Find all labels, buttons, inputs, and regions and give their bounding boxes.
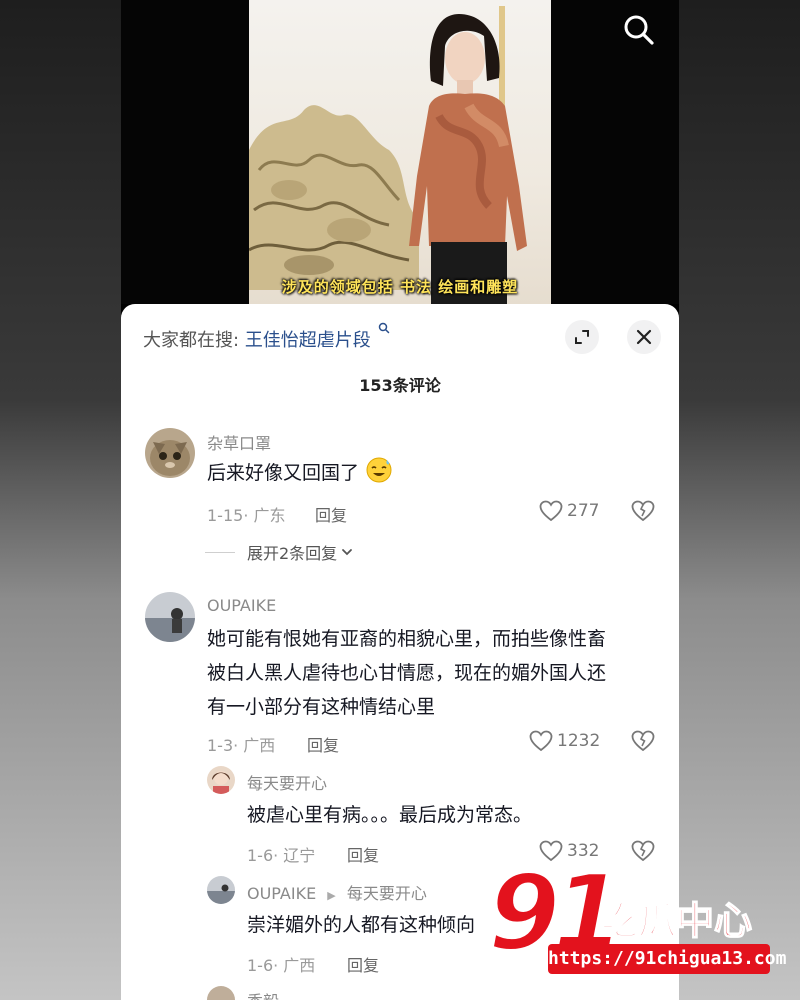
- comment-username[interactable]: OUPAIKE: [207, 596, 276, 615]
- comment-count: 153条评论: [359, 376, 441, 395]
- landscape-avatar-image: [207, 876, 235, 904]
- broken-heart-icon: [631, 500, 655, 522]
- right-blur-background: [679, 0, 800, 1000]
- dislike-button[interactable]: [631, 730, 655, 756]
- avatar[interactable]: [207, 986, 235, 1000]
- watermark-url: https://91chigua13.com: [548, 944, 786, 974]
- avatar[interactable]: [145, 428, 195, 478]
- search-icon: [624, 15, 654, 45]
- reply-meta: 1-6· 广西: [247, 956, 316, 975]
- reply-target[interactable]: 每天要开心: [347, 884, 427, 903]
- reply-username: OUPAIKE ▶ 每天要开心: [247, 880, 427, 904]
- expand-replies-label: 展开2条回复: [247, 544, 338, 563]
- avatar[interactable]: [207, 766, 235, 794]
- comment-meta: 1-3· 广西: [207, 736, 276, 755]
- reply-button[interactable]: 回复: [307, 732, 339, 756]
- expand-icon: [575, 330, 589, 344]
- chevron-down-icon: [342, 549, 353, 556]
- avatar[interactable]: [145, 592, 195, 642]
- comment-text: 她可能有恨她有亚裔的相貌心里，而拍些像性畜 被白人黑人虐待也心甘情愿，现在的媚外…: [207, 622, 606, 724]
- close-sheet-button[interactable]: [627, 320, 661, 354]
- avatar[interactable]: [207, 876, 235, 904]
- heart-icon: [529, 730, 553, 752]
- expand-replies-button[interactable]: 展开2条回复: [205, 540, 354, 564]
- search-button[interactable]: [621, 12, 657, 48]
- left-blur-background: [0, 0, 121, 1000]
- expand-sheet-button[interactable]: [565, 320, 599, 354]
- like-button[interactable]: 1232: [529, 730, 600, 752]
- phone-screen: 涉及的领域包括 书法 绘画和雕塑 大家都在搜: 王佳怡超虐片段 153条评论 杂…: [121, 0, 679, 1000]
- hot-search-term[interactable]: 王佳怡超虐片段: [245, 330, 371, 351]
- video-player[interactable]: 涉及的领域包括 书法 绘画和雕塑: [121, 0, 679, 304]
- cat-avatar-image: [145, 428, 195, 478]
- small-search-icon: [378, 322, 389, 334]
- comment-text-line: 她可能有恨她有亚裔的相貌心里，而拍些像性畜: [207, 628, 607, 650]
- broken-heart-icon: [631, 840, 655, 862]
- landscape-avatar-image: [145, 592, 195, 642]
- reply-username[interactable]: 秀毅: [247, 988, 279, 1000]
- comment-text-line: 有一小部分有这种情结心里: [207, 696, 436, 718]
- comment-text-line: 被白人黑人虐待也心甘情愿，现在的媚外国人还: [207, 662, 607, 684]
- sheet-header: 大家都在搜: 王佳怡超虐片段: [121, 304, 679, 368]
- video-subtitle: 涉及的领域包括 书法 绘画和雕塑: [281, 278, 519, 296]
- divider-line: [205, 551, 235, 553]
- reply-text: 被虐心里有病。。。最后成为常态。: [247, 804, 533, 826]
- close-icon: [636, 329, 652, 345]
- sweat-smile-emoji-icon: [366, 457, 392, 483]
- reply-username[interactable]: 每天要开心: [247, 770, 327, 794]
- girl-avatar-image: [207, 766, 235, 794]
- watermark-name: 吃瓜中心: [599, 898, 753, 944]
- comment-meta: 1-15· 广东: [207, 506, 286, 525]
- comment-username[interactable]: 杂草口罩: [207, 430, 271, 454]
- reply-meta: 1-6· 辽宁: [247, 846, 316, 865]
- sculpture-artwork: [249, 105, 419, 290]
- comment-text: 后来好像又回国了: [207, 456, 393, 490]
- dislike-button[interactable]: [631, 500, 655, 526]
- like-count: 1232: [557, 731, 601, 751]
- comment-text-body: 后来好像又回国了: [207, 462, 360, 484]
- reply-button[interactable]: 回复: [347, 952, 379, 976]
- reply-button[interactable]: 回复: [315, 502, 347, 526]
- hot-search-prefix: 大家都在搜:: [143, 330, 240, 351]
- reply-button[interactable]: 回复: [347, 842, 379, 866]
- reply-author[interactable]: OUPAIKE: [247, 884, 316, 903]
- like-button[interactable]: 277: [539, 500, 599, 522]
- heart-icon: [539, 500, 563, 522]
- reply-to-arrow-icon: ▶: [327, 889, 336, 902]
- hot-search-bar[interactable]: 大家都在搜: 王佳怡超虐片段: [143, 322, 390, 352]
- video-frame: 涉及的领域包括 书法 绘画和雕塑: [249, 0, 551, 304]
- site-watermark: 91 吃瓜中心 https://91chigua13.com: [487, 851, 788, 982]
- broken-heart-icon: [631, 730, 655, 752]
- like-count: 277: [567, 501, 600, 521]
- person-figure: [409, 6, 527, 304]
- reply-text: 崇洋媚外的人都有这种倾向: [247, 914, 476, 936]
